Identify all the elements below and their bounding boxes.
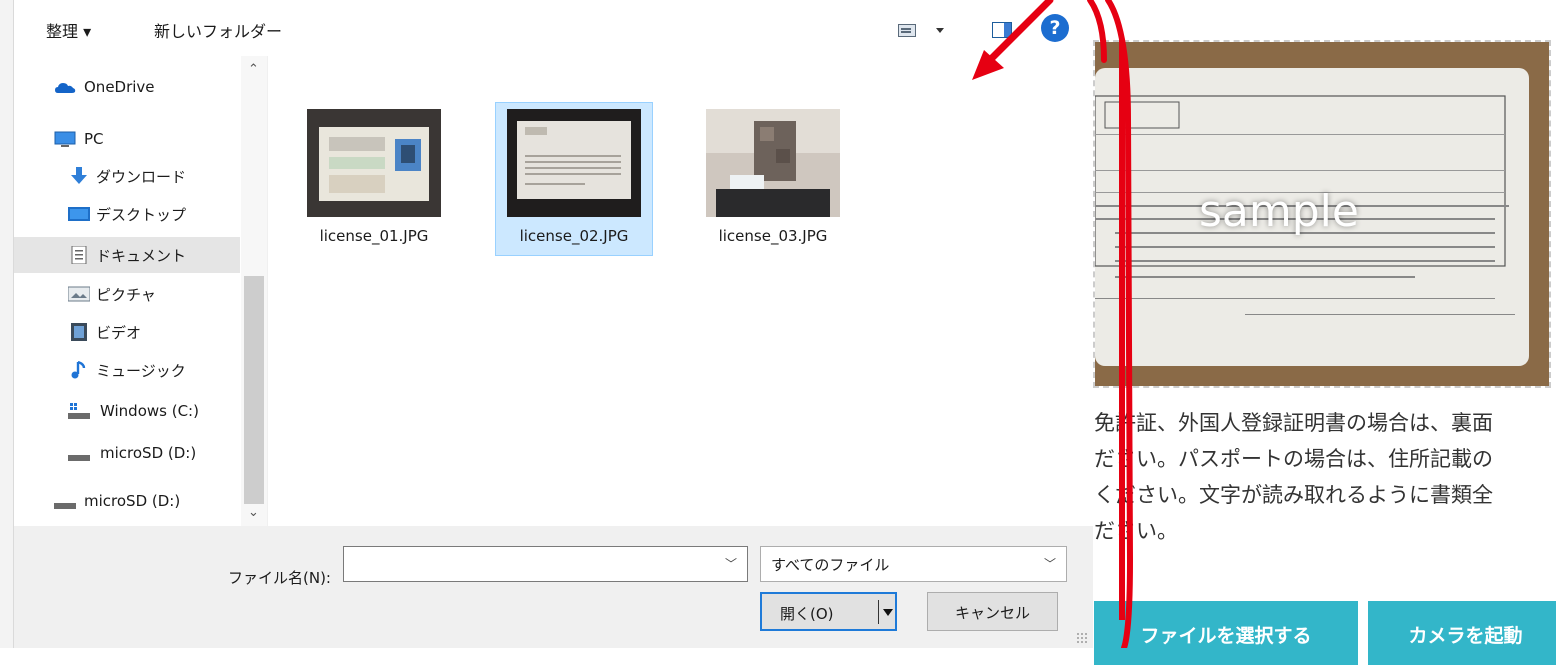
dialog-toolbar: 整理 ▾ 新しいフォルダー ? <box>14 0 1093 56</box>
nav-label: microSD (D:) <box>84 492 181 510</box>
open-options-chevron-icon[interactable] <box>883 609 893 616</box>
file-thumbnail <box>307 109 441 217</box>
pc-icon <box>54 131 76 147</box>
drive-icon <box>68 455 90 461</box>
file-item-license-03[interactable]: license_03.JPG <box>694 102 852 256</box>
instruction-line: ください。文字が読み取れるように書類全 <box>1094 483 1493 507</box>
nav-scrollbar-thumb[interactable] <box>244 276 264 504</box>
file-open-dialog: 整理 ▾ 新しいフォルダー ? OneDrive PC ダウンロード デスクトッ… <box>0 0 1093 648</box>
nav-label: ミュージック <box>96 362 186 380</box>
nav-item-desktop[interactable]: デスクトップ <box>14 196 240 232</box>
cancel-button-label: キャンセル <box>954 604 1030 622</box>
nav-item-windows-c[interactable]: Windows (C:) <box>14 394 240 430</box>
nav-label: ピクチャ <box>96 286 156 304</box>
filename-input[interactable]: ﹀ <box>343 546 748 582</box>
help-icon[interactable]: ? <box>1041 14 1069 42</box>
music-note-icon <box>71 361 86 379</box>
launch-camera-button[interactable]: カメラを起動 <box>1368 601 1556 665</box>
nav-label: ビデオ <box>96 324 142 342</box>
nav-item-microsd-d-2[interactable]: microSD (D:) <box>14 484 240 520</box>
file-name: license_02.JPG <box>519 227 629 245</box>
open-button[interactable]: 開く(O) <box>760 592 897 631</box>
instruction-line: ださい。パスポートの場合は、住所記載の <box>1094 447 1493 471</box>
desktop-icon <box>68 207 90 221</box>
preview-pane-icon[interactable] <box>992 22 1012 38</box>
resize-grip-icon[interactable] <box>1076 632 1088 644</box>
scroll-up-icon[interactable]: ⌃ <box>248 62 259 77</box>
file-type-select[interactable]: すべてのファイル ﹀ <box>760 546 1067 582</box>
new-folder-button[interactable]: 新しいフォルダー <box>154 18 282 42</box>
cancel-button[interactable]: キャンセル <box>927 592 1058 631</box>
file-item-license-02[interactable]: license_02.JPG <box>495 102 653 256</box>
split-divider <box>878 600 879 624</box>
nav-item-microsd-d[interactable]: microSD (D:) <box>14 436 240 472</box>
instruction-line: ださい。 <box>1094 519 1178 543</box>
nav-label: PC <box>84 130 104 148</box>
instruction-line: 免許証、外国人登録証明書の場合は、裏面 <box>1094 411 1493 435</box>
dialog-left-edge <box>0 0 14 648</box>
drive-c-icon <box>68 403 90 419</box>
nav-item-videos[interactable]: ビデオ <box>14 314 240 350</box>
video-icon <box>71 323 87 341</box>
change-view-icon[interactable] <box>898 24 916 37</box>
nav-label: デスクトップ <box>96 206 187 224</box>
filename-label: ファイル名(N): <box>228 569 331 587</box>
nav-label: Windows (C:) <box>100 402 199 420</box>
navigation-pane: OneDrive PC ダウンロード デスクトップ ドキュメント ピクチャ ビデ… <box>14 56 267 526</box>
scroll-down-icon[interactable]: ⌄ <box>248 505 259 520</box>
cloud-icon <box>55 83 76 93</box>
nav-item-documents[interactable]: ドキュメント <box>14 237 240 273</box>
file-name: license_01.JPG <box>319 227 429 245</box>
chevron-down-icon: ﹀ <box>1043 557 1056 571</box>
select-file-button[interactable]: ファイルを選択する <box>1094 601 1358 665</box>
nav-item-onedrive[interactable]: OneDrive <box>14 70 240 106</box>
nav-label: microSD (D:) <box>100 444 197 462</box>
launch-camera-button-label: カメラを起動 <box>1408 625 1523 647</box>
upload-instructions: 免許証、外国人登録証明書の場合は、裏面 ださい。パスポートの場合は、住所記載の … <box>1094 405 1556 595</box>
nav-label: ドキュメント <box>96 247 187 265</box>
file-list-pane: license_01.JPG license_02.JPG license_03… <box>268 56 1093 526</box>
file-item-license-01[interactable]: license_01.JPG <box>295 102 453 256</box>
file-type-value: すべてのファイル <box>771 556 890 574</box>
pictures-icon <box>68 286 90 302</box>
sample-image-area: sample <box>1093 40 1551 388</box>
file-thumbnail <box>706 109 840 217</box>
select-file-button-label: ファイルを選択する <box>1140 625 1312 647</box>
organize-menu-button[interactable]: 整理 ▾ <box>46 18 91 42</box>
nav-label: ダウンロード <box>96 168 187 186</box>
nav-item-downloads[interactable]: ダウンロード <box>14 158 240 194</box>
download-arrow-icon <box>71 167 87 184</box>
drive-icon <box>54 503 76 509</box>
document-icon <box>71 246 87 264</box>
nav-item-music[interactable]: ミュージック <box>14 352 240 388</box>
open-button-label: 開く(O) <box>780 605 834 623</box>
chevron-down-icon[interactable]: ﹀ <box>725 555 737 572</box>
nav-item-pc[interactable]: PC <box>14 122 240 158</box>
nav-scrollbar[interactable]: ⌃ ⌄ <box>241 56 267 526</box>
nav-item-pictures[interactable]: ピクチャ <box>14 276 240 312</box>
sample-watermark: sample <box>1199 186 1359 237</box>
file-name: license_03.JPG <box>718 227 828 245</box>
view-options-chevron-icon[interactable] <box>936 28 944 33</box>
file-thumbnail <box>507 109 641 217</box>
nav-label: OneDrive <box>84 78 155 96</box>
